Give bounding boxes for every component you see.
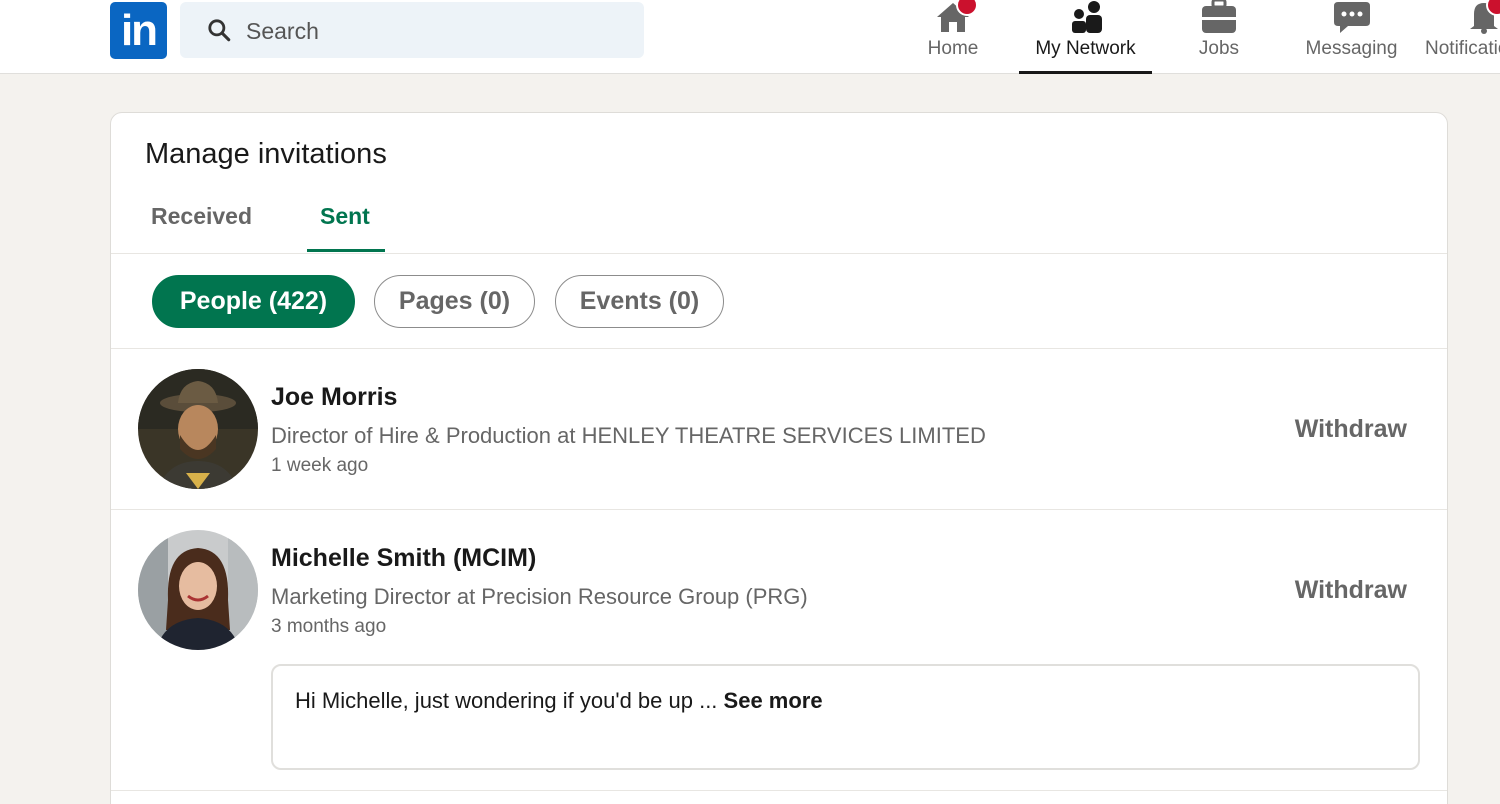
filter-pages-pill[interactable]: Pages (0) (374, 275, 535, 328)
nav-item-my-network[interactable]: My Network (1019, 0, 1152, 74)
invitee-name[interactable]: Joe Morris (271, 383, 397, 412)
invitation-time: 1 week ago (271, 455, 369, 476)
avatar[interactable] (138, 530, 258, 650)
active-tab-indicator (307, 249, 385, 252)
row-divider (111, 790, 1447, 791)
tab-received[interactable]: Received (151, 203, 252, 230)
search-placeholder: Search (246, 18, 319, 44)
nav-item-home[interactable]: Home (912, 0, 994, 74)
message-preview: Hi Michelle, just wondering if you'd be … (295, 688, 718, 713)
invitee-name[interactable]: Michelle Smith (MCIM) (271, 544, 536, 573)
message-text: Hi Michelle, just wondering if you'd be … (295, 684, 855, 717)
notification-dot-badge (956, 0, 978, 16)
profile-photo-michelle (138, 530, 258, 650)
messaging-icon (1333, 2, 1370, 33)
nav-item-notifications[interactable]: Notifications (1424, 0, 1500, 74)
search-icon (208, 19, 231, 42)
tab-sent[interactable]: Sent (320, 203, 370, 230)
invitee-headline: Marketing Director at Precision Resource… (271, 584, 808, 609)
invitee-headline: Director of Hire & Production at HENLEY … (271, 423, 986, 448)
page-title: Manage invitations (145, 138, 387, 170)
nav-label-jobs: Jobs (1198, 38, 1240, 59)
linkedin-logo[interactable]: in (110, 2, 167, 59)
network-icon (1071, 1, 1102, 33)
withdraw-button[interactable]: Withdraw (1295, 415, 1407, 444)
avatar[interactable] (138, 369, 258, 489)
see-more-link[interactable]: See more (724, 688, 823, 713)
invitation-time: 3 months ago (271, 616, 387, 637)
search-input[interactable]: Search (180, 2, 644, 58)
profile-photo-joe (138, 369, 258, 489)
nav-label-messaging: Messaging (1305, 38, 1398, 59)
briefcase-icon (1202, 0, 1236, 33)
invitation-message: Hi Michelle, just wondering if you'd be … (271, 664, 1420, 770)
nav-label-notifications: Notifications (1425, 38, 1500, 59)
filter-people-pill[interactable]: People (422) (152, 275, 355, 328)
nav-label-home: Home (927, 38, 979, 59)
top-navigation: in Search Home My Network Jobs Messaging… (0, 0, 1500, 74)
invitation-row: Joe Morris Director of Hire & Production… (111, 349, 1447, 509)
tabs-divider (111, 253, 1447, 254)
withdraw-button[interactable]: Withdraw (1295, 576, 1407, 605)
nav-item-messaging[interactable]: Messaging (1298, 0, 1405, 74)
manage-invitations-card: Manage invitations Received Sent People … (110, 112, 1448, 804)
active-nav-indicator (1019, 71, 1152, 74)
nav-item-jobs[interactable]: Jobs (1178, 0, 1260, 74)
nav-label-my-network: My Network (1035, 38, 1136, 59)
filter-events-pill[interactable]: Events (0) (555, 275, 724, 328)
